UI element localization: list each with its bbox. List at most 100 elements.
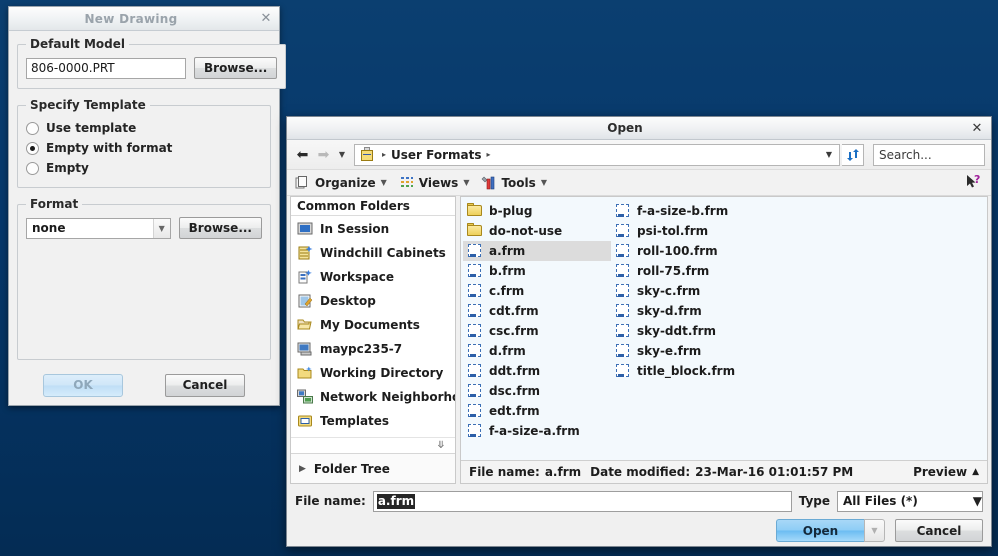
- radio-use-template[interactable]: Use template: [26, 118, 262, 138]
- file-list-item[interactable]: sky-c.frm: [611, 281, 759, 301]
- templates-icon: [297, 413, 313, 429]
- frm-file-icon: [467, 423, 483, 439]
- chevron-down-icon[interactable]: ▼: [864, 519, 885, 542]
- desktop-icon: [297, 293, 313, 309]
- file-list-item-label: sky-e.frm: [637, 344, 702, 358]
- default-model-legend: Default Model: [30, 37, 126, 51]
- file-list-item[interactable]: c.frm: [463, 281, 611, 301]
- chevron-down-icon[interactable]: ▼: [973, 494, 982, 508]
- file-list-item[interactable]: csc.frm: [463, 321, 611, 341]
- format-group: Format none ▼ Browse...: [17, 197, 271, 360]
- ok-button[interactable]: OK: [43, 373, 123, 397]
- folder-tree-label: Folder Tree: [313, 461, 390, 476]
- file-list-item[interactable]: sky-d.frm: [611, 301, 759, 321]
- file-list-item[interactable]: f-a-size-a.frm: [463, 421, 611, 441]
- type-label: Type: [798, 494, 830, 508]
- organize-label: Organize: [315, 175, 376, 190]
- breadcrumb[interactable]: ▸ User Formats ▸ ▼: [354, 143, 840, 166]
- type-select-value: All Files (*): [843, 494, 918, 508]
- organize-icon: [295, 175, 311, 191]
- close-icon[interactable]: ✕: [253, 11, 279, 26]
- svg-text:?: ?: [974, 174, 980, 186]
- default-model-input[interactable]: [26, 57, 186, 79]
- sidebar-item-templates[interactable]: Templates: [291, 409, 455, 433]
- file-list-item[interactable]: ddt.frm: [463, 361, 611, 381]
- frm-file-icon: [615, 343, 631, 359]
- format-select[interactable]: none ▼: [26, 217, 171, 239]
- sidebar-item-windchill-cabinets[interactable]: Windchill Cabinets: [291, 241, 455, 265]
- sidebar-label: Workspace: [320, 270, 395, 284]
- file-list-item[interactable]: b-plug: [463, 201, 611, 221]
- organize-menu[interactable]: Organize ▼: [295, 175, 387, 191]
- frm-file-icon: [615, 303, 631, 319]
- views-menu[interactable]: Views ▼: [399, 175, 469, 191]
- file-list-item[interactable]: b.frm: [463, 261, 611, 281]
- file-list-item-label: ddt.frm: [489, 364, 541, 378]
- sidebar-item-desktop[interactable]: Desktop: [291, 289, 455, 313]
- file-list-item-label: f-a-size-b.frm: [637, 204, 729, 218]
- radio-empty-with-format[interactable]: Empty with format: [26, 138, 262, 158]
- sidebar-item-maypc235-7[interactable]: maypc235-7: [291, 337, 455, 361]
- sidebar-item-workspace[interactable]: Workspace: [291, 265, 455, 289]
- cabinet-icon: [297, 245, 313, 261]
- open-split-button: Open ▼: [776, 519, 885, 542]
- folder-clipboard-icon: [359, 146, 375, 163]
- radio-empty[interactable]: Empty: [26, 158, 262, 178]
- context-help-icon[interactable]: ?: [965, 173, 983, 192]
- file-list-item[interactable]: a.frm: [463, 241, 611, 261]
- breadcrumb-separator-icon[interactable]: ▸: [482, 150, 496, 159]
- arrow-left-icon[interactable]: ⬅: [293, 144, 312, 165]
- preview-toggle[interactable]: Preview ▲: [913, 465, 979, 479]
- default-model-browse-button[interactable]: Browse...: [194, 57, 278, 79]
- file-list-item[interactable]: f-a-size-b.frm: [611, 201, 759, 221]
- arrow-right-icon[interactable]: ➡: [314, 144, 333, 165]
- file-list-item[interactable]: roll-75.frm: [611, 261, 759, 281]
- file-list-item-label: a.frm: [489, 244, 526, 258]
- radio-icon-empty-with-format: [26, 141, 39, 155]
- sidebar-item-my-documents[interactable]: My Documents: [291, 313, 455, 337]
- file-list[interactable]: b-plug do-not-use a.frm b.frm c.frm cdt.frm cs…: [461, 197, 987, 460]
- format-browse-button[interactable]: Browse...: [178, 217, 262, 239]
- frm-file-icon: [615, 203, 631, 219]
- chevron-down-icon[interactable]: ▼: [821, 150, 837, 159]
- chevron-down-icon[interactable]: ▼: [152, 218, 170, 238]
- search-input[interactable]: Search...: [873, 143, 985, 166]
- file-list-item[interactable]: do-not-use: [463, 221, 611, 241]
- file-list-item[interactable]: cdt.frm: [463, 301, 611, 321]
- breadcrumb-path[interactable]: User Formats: [391, 148, 481, 162]
- file-list-item[interactable]: sky-e.frm: [611, 341, 759, 361]
- file-list-item[interactable]: edt.frm: [463, 401, 611, 421]
- sidebar-label: Working Directory: [320, 366, 444, 380]
- cancel-button[interactable]: Cancel: [895, 519, 983, 542]
- file-list-item[interactable]: dsc.frm: [463, 381, 611, 401]
- frm-file-icon: [467, 303, 483, 319]
- search-placeholder: Search...: [879, 147, 932, 162]
- format-row: none ▼ Browse...: [26, 217, 262, 239]
- new-drawing-title: New Drawing: [84, 11, 178, 26]
- sidebar-item-working-directory[interactable]: Working Directory: [291, 361, 455, 385]
- sidebar-item-network-neighborhood[interactable]: Network Neighborhood: [291, 385, 455, 409]
- file-name-input[interactable]: a.frm: [372, 490, 792, 512]
- open-button[interactable]: Open: [776, 519, 864, 542]
- sidebar-item-in-session[interactable]: In Session: [291, 217, 455, 241]
- file-list-item-label: psi-tol.frm: [637, 224, 709, 238]
- folder-tree-toggle[interactable]: ▶ Folder Tree: [291, 453, 455, 483]
- refresh-icon[interactable]: [842, 143, 864, 166]
- breadcrumb-separator-icon: ▸: [382, 150, 387, 159]
- file-list-item[interactable]: title_block.frm: [611, 361, 759, 381]
- file-list-item[interactable]: roll-100.frm: [611, 241, 759, 261]
- file-list-item[interactable]: sky-ddt.frm: [611, 321, 759, 341]
- open-dialog-main: Common Folders In Session Windchill Cabi…: [287, 196, 991, 484]
- close-icon[interactable]: ✕: [963, 121, 991, 136]
- chevron-double-down-icon[interactable]: ⤋: [291, 437, 455, 453]
- monitor-icon: [297, 221, 313, 237]
- cancel-button[interactable]: Cancel: [165, 373, 245, 397]
- type-select[interactable]: All Files (*) ▼: [837, 490, 983, 512]
- status-date-value: 23-Mar-16 01:01:57 PM: [695, 465, 854, 479]
- chevron-down-icon[interactable]: ▼: [335, 144, 349, 165]
- sidebar-label: Network Neighborhood: [320, 390, 455, 404]
- file-list-item-label: f-a-size-a.frm: [489, 424, 580, 438]
- file-list-item[interactable]: d.frm: [463, 341, 611, 361]
- file-list-item[interactable]: psi-tol.frm: [611, 221, 759, 241]
- tools-menu[interactable]: Tools ▼: [481, 175, 547, 191]
